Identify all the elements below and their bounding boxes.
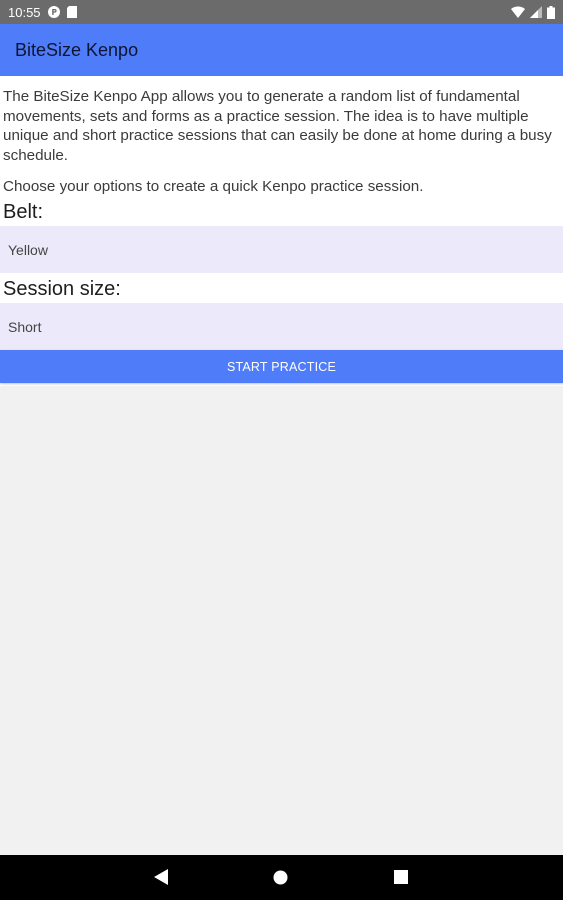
app-bar: BiteSize Kenpo — [0, 24, 563, 76]
cell-signal-icon — [530, 6, 542, 18]
status-right — [511, 5, 555, 19]
belt-picker-value: Yellow — [8, 241, 48, 258]
belt-label: Belt: — [3, 201, 44, 223]
recents-icon[interactable] — [394, 870, 408, 889]
app-title: BiteSize Kenpo — [15, 39, 139, 60]
session-size-picker[interactable]: Short — [0, 303, 563, 350]
home-icon[interactable] — [273, 870, 288, 890]
back-icon[interactable] — [153, 868, 169, 891]
session-size-label: Session size: — [3, 278, 121, 300]
sd-card-icon — [66, 6, 77, 18]
status-time: 10:55 — [8, 4, 41, 20]
main-content: The BiteSize Kenpo App allows you to gen… — [0, 76, 563, 386]
status-left: 10:55 — [8, 5, 77, 20]
belt-picker[interactable]: Yellow — [0, 226, 563, 273]
session-size-picker-value: Short — [8, 318, 42, 335]
notification-p-icon — [47, 6, 60, 18]
start-practice-button[interactable]: START PRACTICE — [0, 350, 563, 383]
navigation-bar — [0, 855, 563, 900]
choose-options-text: Choose your options to create a quick Ke… — [3, 178, 424, 195]
status-bar: 10:55 — [0, 0, 563, 24]
wifi-icon — [511, 6, 525, 18]
battery-icon — [547, 5, 555, 19]
intro-text: The BiteSize Kenpo App allows you to gen… — [3, 88, 552, 164]
